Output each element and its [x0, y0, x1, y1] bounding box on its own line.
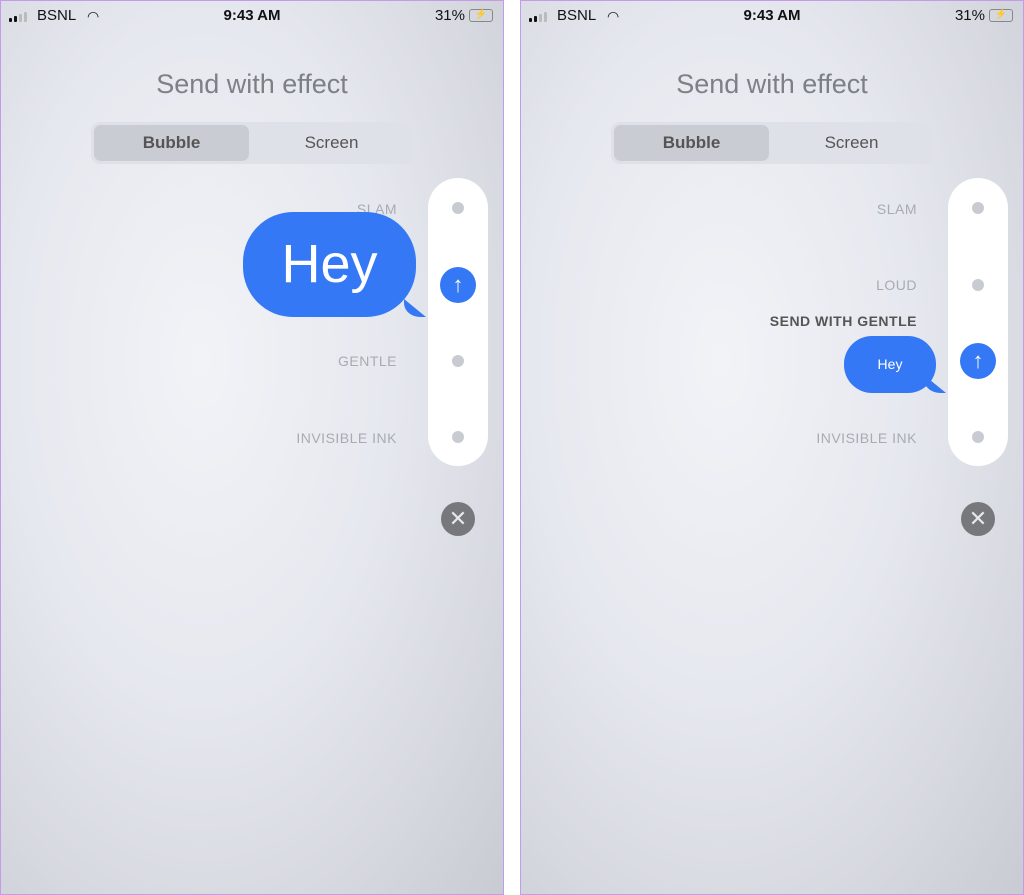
effect-dot-invisible-ink[interactable]: [972, 431, 984, 443]
battery-charging-icon: ⚡: [989, 9, 1013, 22]
close-button[interactable]: ✕: [441, 502, 475, 536]
effect-label-gentle[interactable]: GENTLE: [338, 353, 397, 369]
tab-bubble[interactable]: Bubble: [614, 125, 769, 161]
effect-picker-track: [948, 178, 1008, 466]
tab-screen[interactable]: Screen: [774, 125, 929, 161]
message-bubble: Hey: [844, 336, 936, 393]
clock: 9:43 AM: [743, 7, 801, 24]
clock: 9:43 AM: [223, 7, 281, 24]
effect-label-gentle-selected: SEND WITH GENTLE: [769, 313, 917, 329]
tab-screen[interactable]: Screen: [254, 125, 409, 161]
send-arrow-button[interactable]: ↑: [440, 267, 476, 303]
effect-picker-track: [428, 178, 488, 466]
battery-percent: 31%: [434, 7, 465, 24]
effect-dot-gentle[interactable]: [452, 355, 464, 367]
battery-percent: 31%: [954, 7, 985, 24]
close-button[interactable]: ✕: [961, 502, 995, 536]
send-arrow-button[interactable]: ↑: [960, 343, 996, 379]
effect-label-loud[interactable]: LOUD: [876, 277, 917, 293]
effect-dot-slam[interactable]: [452, 202, 464, 214]
effect-label-invisible-ink[interactable]: INVISIBLE INK: [816, 430, 917, 446]
tab-bubble[interactable]: Bubble: [94, 125, 249, 161]
message-bubble: Hey: [243, 212, 416, 317]
screenshot-right: BSNL ◠ 9:43 AM 31% ⚡ Send with effect Bu…: [520, 0, 1024, 895]
screenshot-left: BSNL ◠ 9:43 AM 31% ⚡ Send with effect Bu…: [0, 0, 504, 895]
page-title: Send with effect: [676, 69, 868, 99]
page-title: Send with effect: [156, 69, 348, 99]
effect-type-segmented-control: Bubble Screen: [611, 122, 933, 164]
effect-dot-invisible-ink[interactable]: [452, 431, 464, 443]
effect-label-invisible-ink[interactable]: INVISIBLE INK: [296, 430, 397, 446]
effect-type-segmented-control: Bubble Screen: [91, 122, 413, 164]
status-bar: BSNL ◠ 9:43 AM 31% ⚡: [1, 7, 503, 27]
effect-label-slam[interactable]: SLAM: [877, 201, 917, 217]
effect-dot-slam[interactable]: [972, 202, 984, 214]
status-bar: BSNL ◠ 9:43 AM 31% ⚡: [521, 7, 1023, 27]
battery-charging-icon: ⚡: [469, 9, 493, 22]
effect-dot-loud[interactable]: [972, 279, 984, 291]
